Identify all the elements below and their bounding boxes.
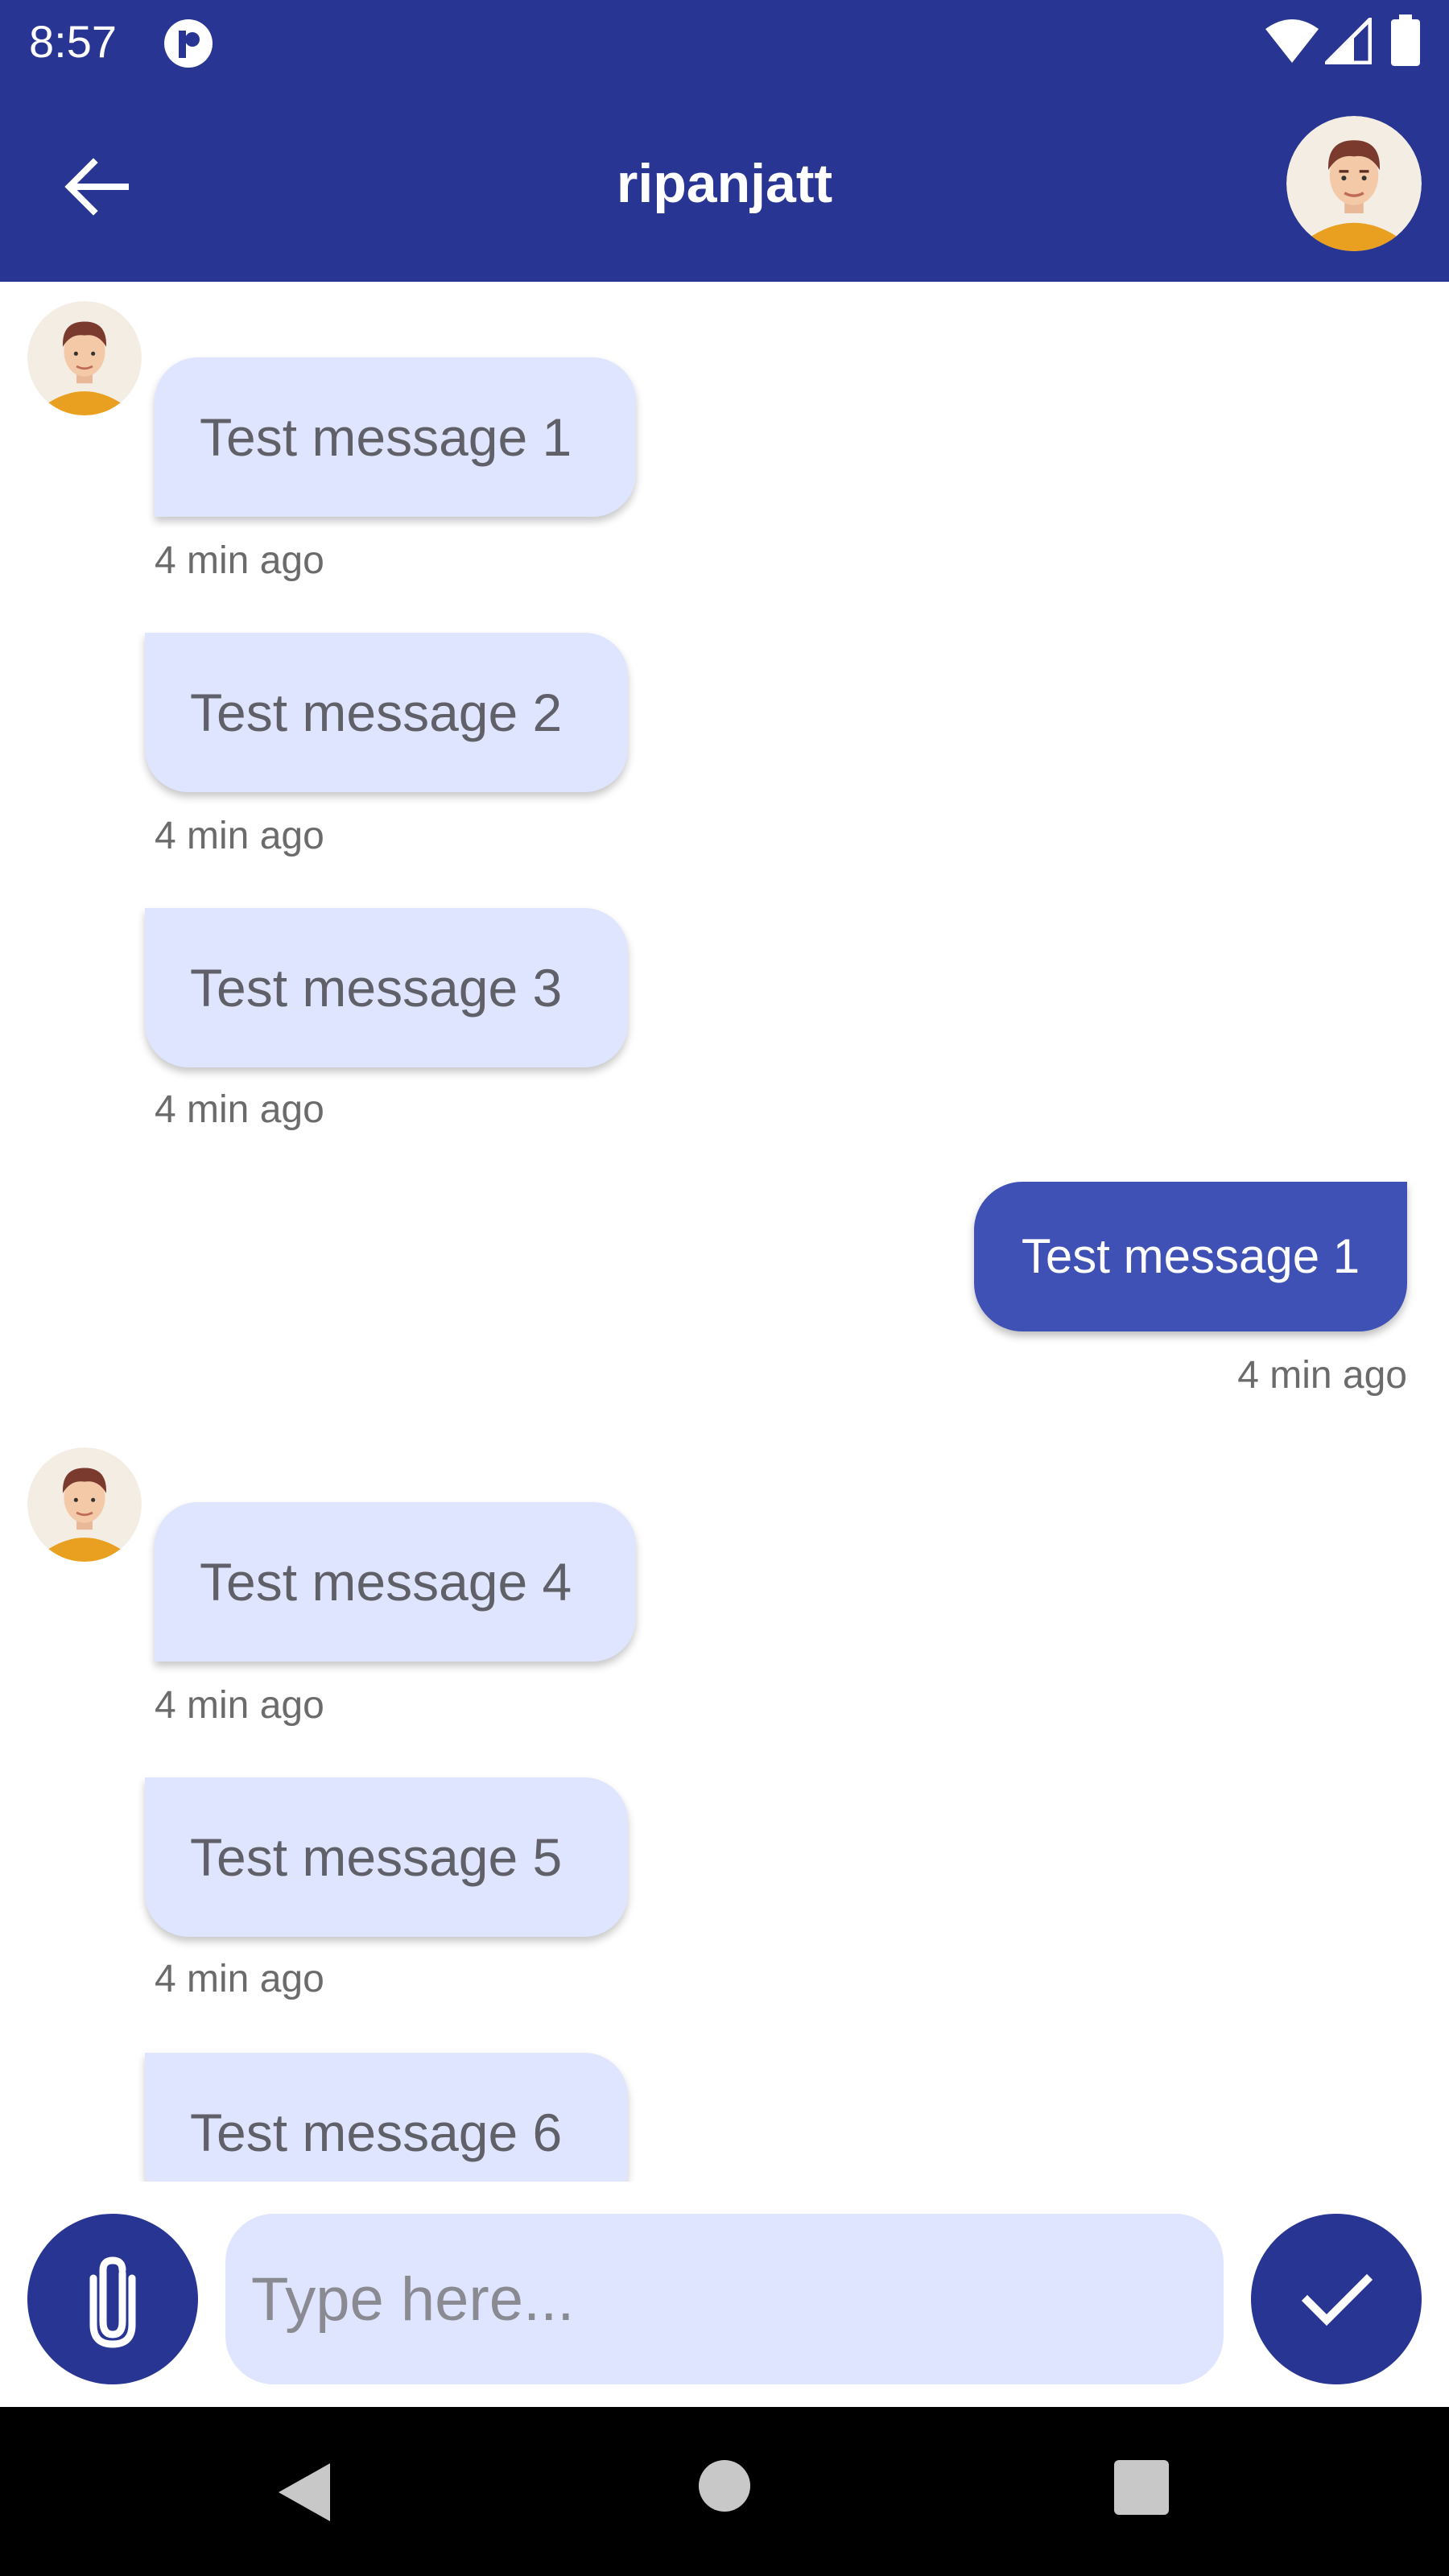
chat-title: ripanjatt <box>616 153 833 214</box>
status-time: 8:57 <box>29 16 117 67</box>
attach-icon <box>89 2256 136 2348</box>
sender-avatar[interactable] <box>27 301 142 415</box>
message-text: Test message 6 <box>190 2103 563 2162</box>
signal-icon <box>1325 18 1372 64</box>
message-text: Test message 1 <box>1021 1229 1360 1283</box>
app-notification-icon <box>164 19 213 68</box>
nav-home-icon[interactable] <box>699 2460 750 2512</box>
nav-back-icon[interactable] <box>274 2460 338 2524</box>
sender-avatar[interactable] <box>27 1447 142 1562</box>
system-nav-bar <box>0 2407 1449 2576</box>
incoming-message-bubble[interactable]: Test message 5 <box>145 1777 628 1937</box>
message-time: 4 min ago <box>1237 1354 1407 1397</box>
avatar-icon <box>27 1447 142 1562</box>
message-time: 4 min ago <box>155 1088 324 1131</box>
message-list[interactable]: Test message 1 4 min ago Test message 2 … <box>0 282 1449 2182</box>
message-composer <box>0 2182 1449 2407</box>
incoming-message-bubble[interactable]: Test message 3 <box>145 908 628 1067</box>
message-text: Test message 1 <box>200 407 572 467</box>
message-text: Test message 3 <box>190 958 563 1018</box>
avatar-icon <box>1286 116 1422 251</box>
message-time: 4 min ago <box>155 1958 324 2000</box>
message-time: 4 min ago <box>155 1684 324 1727</box>
avatar-icon <box>27 301 142 415</box>
header-avatar[interactable] <box>1286 116 1422 251</box>
incoming-message-bubble[interactable]: Test message 2 <box>145 633 628 792</box>
message-time: 4 min ago <box>155 815 324 857</box>
message-text: Test message 2 <box>190 683 563 742</box>
message-input[interactable] <box>225 2214 1224 2384</box>
message-time: 4 min ago <box>155 539 324 582</box>
status-bar: 8:57 <box>0 0 1449 84</box>
send-button[interactable] <box>1251 2214 1422 2384</box>
app-bar: ripanjatt <box>0 84 1449 282</box>
incoming-message-bubble[interactable]: Test message 4 <box>155 1502 636 1662</box>
message-text: Test message 4 <box>200 1552 572 1612</box>
message-text: Test message 5 <box>190 1827 563 1887</box>
wifi-icon <box>1265 19 1319 63</box>
outgoing-message-bubble[interactable]: Test message 1 <box>974 1182 1407 1331</box>
incoming-message-bubble[interactable]: Test message 6 <box>145 2053 628 2182</box>
nav-recents-icon[interactable] <box>1114 2460 1169 2515</box>
battery-icon <box>1391 14 1420 66</box>
incoming-message-bubble[interactable]: Test message 1 <box>155 357 636 517</box>
check-icon <box>1301 2273 1373 2326</box>
attach-button[interactable] <box>27 2214 198 2384</box>
